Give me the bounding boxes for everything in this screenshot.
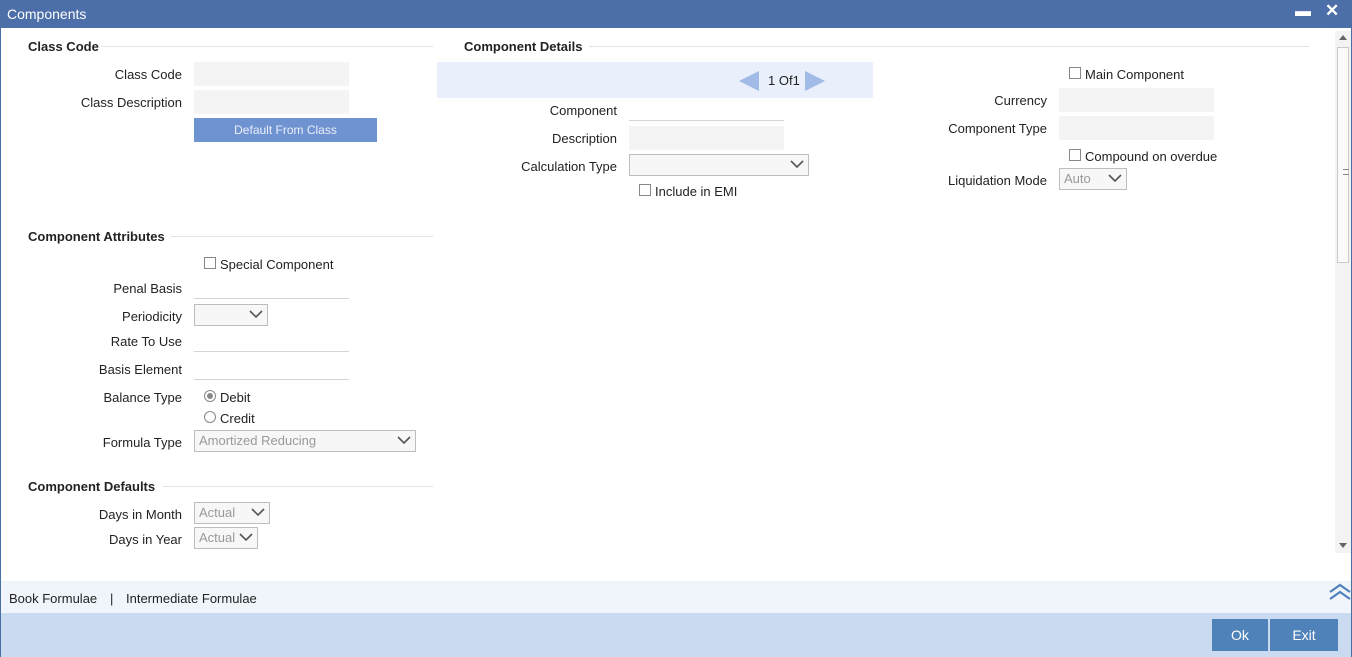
component-attributes-divider [171,236,433,237]
rate-to-use-label: Rate To Use [110,334,182,349]
intermediate-formulae-link[interactable]: Intermediate Formulae [126,591,257,606]
class-code-section-title: Class Code [28,39,99,54]
default-from-class-button[interactable]: Default From Class [194,118,377,142]
periodicity-label: Periodicity [122,309,182,324]
previous-record-icon[interactable] [739,71,759,91]
description-label: Description [551,131,617,146]
basis-element-field[interactable] [194,358,349,380]
periodicity-select[interactable] [194,304,268,326]
ok-button[interactable]: Ok [1212,619,1268,651]
record-position: 1 Of1 [768,73,800,88]
exit-button[interactable]: Exit [1270,619,1338,651]
component-type-label: Component Type [948,121,1047,136]
scrollbar-thumb[interactable] [1337,47,1349,263]
basis-element-label: Basis Element [98,362,182,377]
of-label: Of [778,73,793,88]
chevron-down-icon [790,160,804,169]
total-records: 1 [792,73,800,88]
chevron-down-icon [251,508,265,517]
component-details-divider [589,46,1309,47]
description-field[interactable] [629,126,784,150]
title-bar: Components ▬ ✕ [1,1,1351,28]
currency-field[interactable] [1059,88,1214,112]
balance-type-label: Balance Type [103,390,182,405]
chevron-down-icon [397,436,411,445]
days-in-month-value: Actual [199,505,236,520]
class-description-label: Class Description [80,95,182,110]
currency-label: Currency [994,93,1047,108]
main-component-label: Main Component [1085,67,1184,82]
special-component-checkbox[interactable] [204,257,216,269]
footer-links-bar: Book Formulae | Intermediate Formulae [1,581,1351,613]
formula-type-value: Amortized Reducing [199,433,317,448]
scroll-up-icon[interactable] [1339,35,1347,40]
include-in-emi-label: Include in EMI [655,184,738,199]
rate-to-use-field[interactable] [194,330,349,352]
class-code-divider [101,46,433,47]
minimize-icon[interactable]: ▬ [1295,3,1311,21]
component-details-section-title: Component Details [464,39,583,54]
days-in-year-select[interactable]: Actual [194,527,258,549]
chevron-down-icon [249,310,263,319]
compound-on-overdue-checkbox[interactable] [1069,149,1081,161]
penal-basis-label: Penal Basis [113,281,182,296]
penal-basis-field[interactable] [194,277,349,299]
chevron-down-icon [1108,174,1122,183]
collapse-up-icon[interactable] [1328,583,1352,601]
main-component-checkbox[interactable] [1069,67,1081,79]
footer-link-separator: | [110,591,114,606]
component-attributes-section-title: Component Attributes [28,229,165,244]
book-formulae-link[interactable]: Book Formulae [9,591,97,606]
calculation-type-label: Calculation Type [521,159,617,174]
special-component-label: Special Component [220,257,334,272]
component-label: Component [549,103,617,118]
formula-type-select[interactable]: Amortized Reducing [194,430,416,452]
component-type-field[interactable] [1059,116,1214,140]
current-record: 1 [768,73,776,88]
liquidation-mode-value: Auto [1064,171,1091,186]
days-in-month-label: Days in Month [98,507,182,522]
days-in-year-label: Days in Year [109,532,182,547]
formula-type-label: Formula Type [102,435,182,450]
component-defaults-divider [163,486,433,487]
include-in-emi-checkbox[interactable] [639,184,651,196]
liquidation-mode-label: Liquidation Mode [947,173,1047,188]
window-title: Components [7,6,87,22]
record-navigator: 1 Of1 [437,62,873,98]
liquidation-mode-select[interactable]: Auto [1059,168,1127,190]
class-code-label: Class Code [114,67,182,82]
vertical-scrollbar[interactable] [1335,31,1351,553]
balance-type-debit-label: Debit [220,390,251,405]
chevron-down-icon [239,533,253,542]
balance-type-debit-radio[interactable] [204,390,216,402]
component-defaults-section-title: Component Defaults [28,479,156,494]
component-field[interactable] [629,99,784,121]
footer-button-bar: Ok Exit [1,613,1351,657]
scroll-down-icon[interactable] [1339,543,1347,548]
components-window: Components ▬ ✕ Class Code Class Code Cla… [0,0,1352,657]
next-record-icon[interactable] [805,71,825,91]
days-in-year-value: Actual [199,530,236,545]
compound-on-overdue-label: Compound on overdue [1085,149,1218,164]
class-code-field[interactable] [194,62,349,86]
class-description-field[interactable] [194,90,349,114]
balance-type-credit-radio[interactable] [204,411,216,423]
close-icon[interactable]: ✕ [1325,1,1339,21]
balance-type-credit-label: Credit [220,411,255,426]
days-in-month-select[interactable]: Actual [194,502,270,524]
calculation-type-select[interactable] [629,154,809,176]
grip-icon [1343,169,1349,175]
